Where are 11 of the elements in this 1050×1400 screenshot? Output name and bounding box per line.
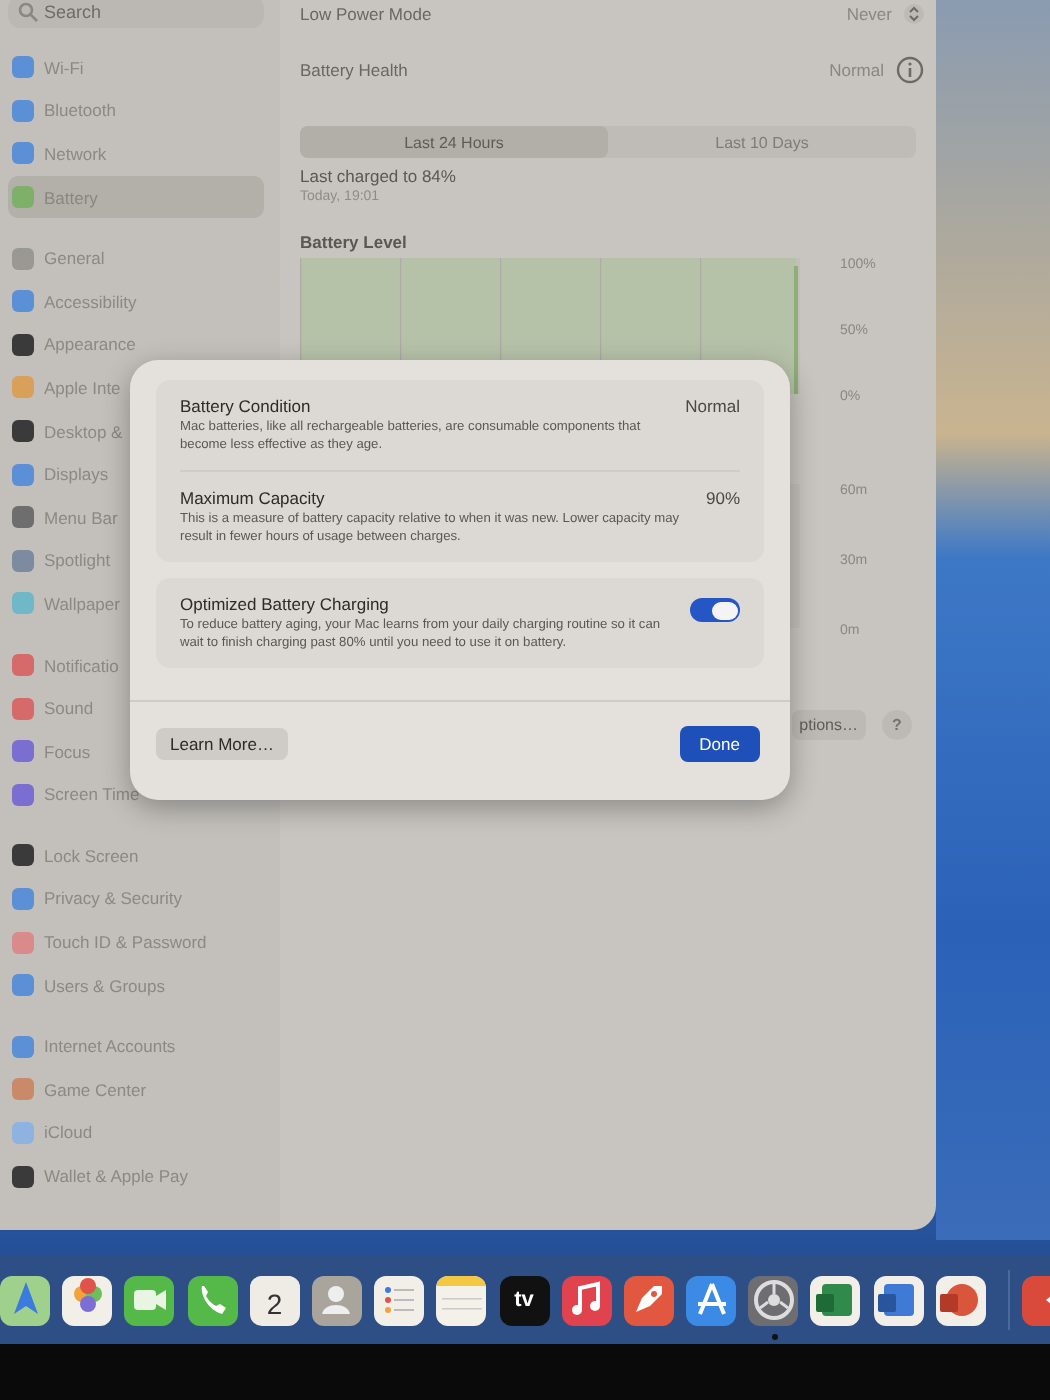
section-title: Optimized Battery Charging	[180, 594, 391, 615]
section-value: Normal	[685, 396, 740, 420]
section-title: Maximum Capacity	[180, 488, 327, 509]
setting-label: Battery Health	[300, 60, 408, 80]
chart-title: Battery Level	[300, 232, 409, 252]
setting-value: Normal	[829, 60, 884, 80]
charge-title: Last charged to 84%	[300, 166, 458, 186]
section-value: 90%	[705, 488, 740, 513]
section-title: Battery Condition	[180, 396, 313, 416]
setting-value: Never	[846, 4, 892, 24]
setting-label: Low Power Mode	[300, 4, 432, 24]
